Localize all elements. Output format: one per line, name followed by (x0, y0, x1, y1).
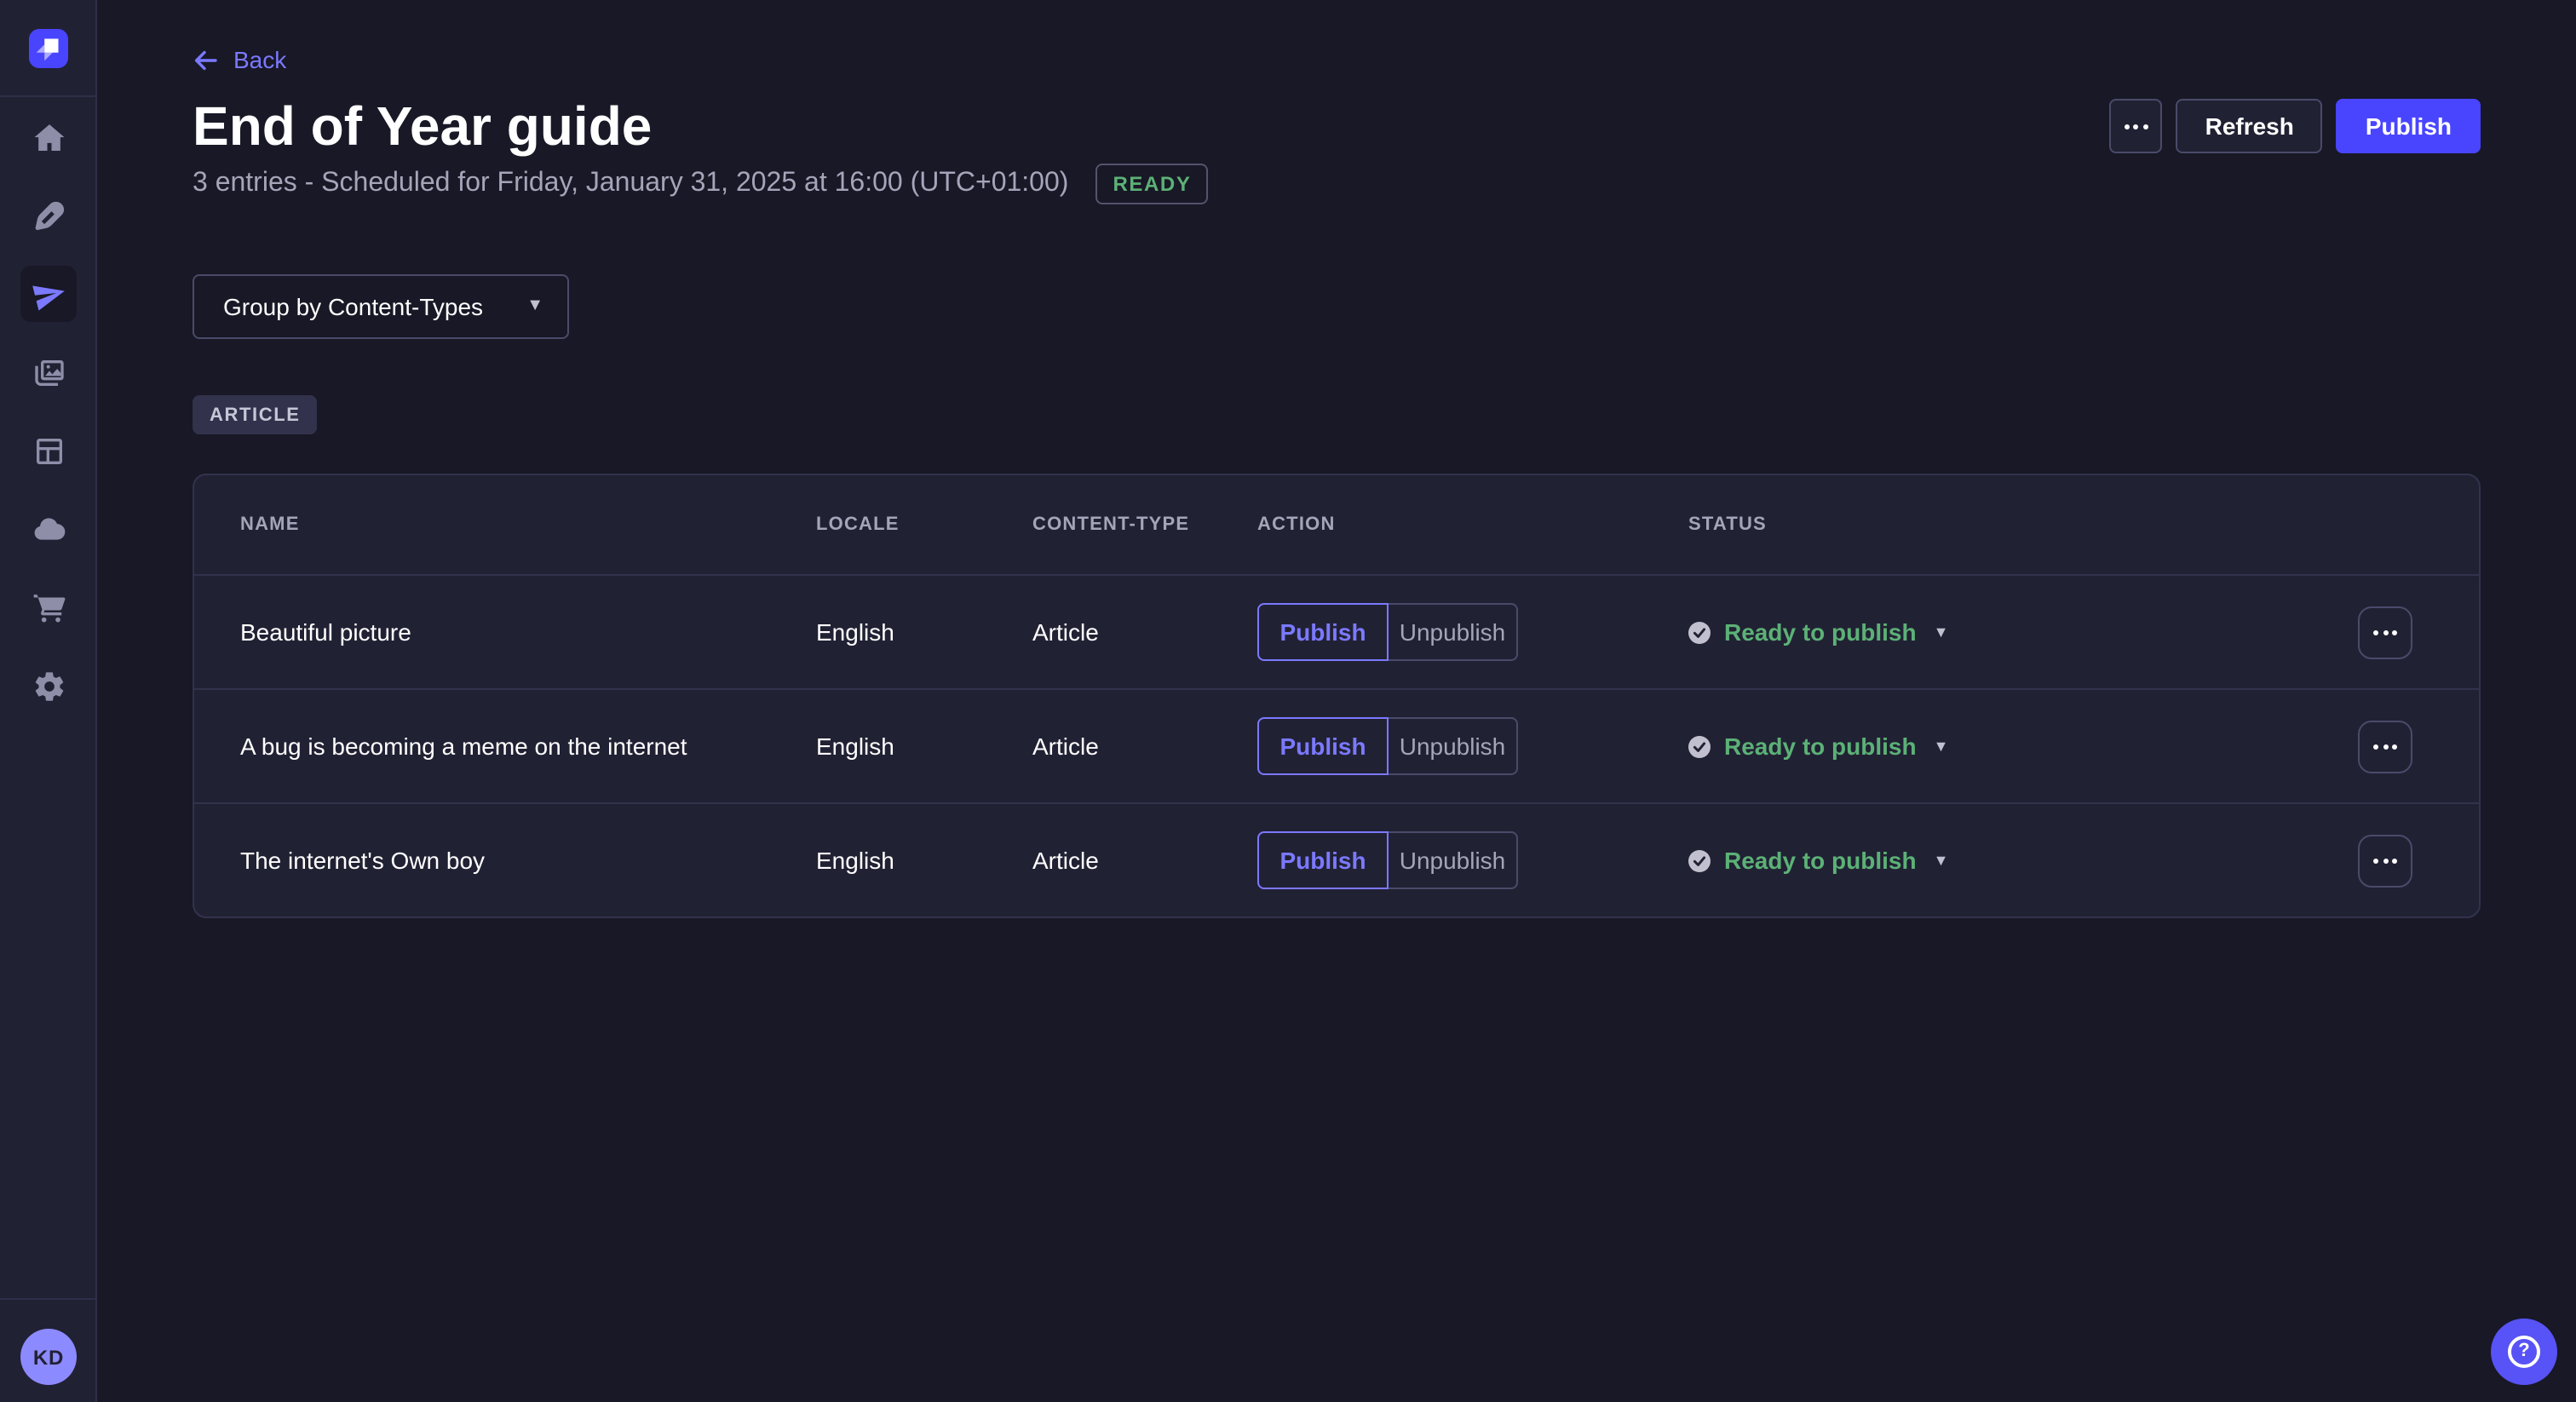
back-link[interactable]: Back (193, 46, 286, 73)
main-content: Back End of Year guide 3 entries - Sched… (97, 0, 2576, 1402)
sidebar-item-home[interactable] (20, 109, 77, 165)
entry-name: The internet's Own boy (240, 847, 816, 874)
column-header-status: STATUS (1688, 514, 2358, 535)
user-avatar[interactable]: KD (20, 1329, 77, 1385)
entry-action-toggle: Publish Unpublish (1257, 831, 1688, 889)
unpublish-entry-button[interactable]: Unpublish (1387, 717, 1518, 775)
publish-entry-button[interactable]: Publish (1257, 603, 1389, 661)
chevron-down-icon: ▼ (1934, 624, 1949, 640)
layout-icon (32, 434, 66, 468)
entry-status-dropdown[interactable]: Ready to publish ▼ (1688, 618, 2358, 646)
gear-icon (32, 669, 66, 703)
app-viewport: KD Back End of Year guide 3 entries - Sc… (0, 0, 2576, 1402)
paper-plane-icon (32, 277, 66, 311)
question-mark-icon: ? (2508, 1336, 2540, 1368)
release-info: 3 entries - Scheduled for Friday, Januar… (193, 164, 1208, 204)
table-header-row: NAME LOCALE CONTENT-TYPE ACTION STATUS (194, 475, 2479, 574)
entry-locale: English (816, 847, 1032, 874)
entry-content-type: Article (1032, 618, 1257, 646)
group-by-select[interactable]: Group by Content-Types ▼ (193, 274, 569, 339)
chevron-down-icon: ▼ (526, 298, 543, 315)
entry-actions (2358, 720, 2479, 773)
header-actions: Refresh Publish (2110, 99, 2481, 153)
row-more-button[interactable] (2358, 834, 2412, 887)
entry-status-label: Ready to publish (1724, 618, 1917, 646)
chevron-down-icon: ▼ (1934, 738, 1949, 754)
entry-action-toggle: Publish Unpublish (1257, 717, 1688, 775)
content-type-group-badge: ARTICLE (193, 395, 318, 434)
column-header-locale: LOCALE (816, 514, 1032, 535)
sidebar-item-deploy[interactable] (20, 501, 77, 557)
page-title: End of Year guide (193, 92, 652, 160)
unpublish-entry-button[interactable]: Unpublish (1387, 831, 1518, 889)
sidebar-item-content-manager[interactable] (20, 187, 77, 244)
column-header-content-type: CONTENT-TYPE (1032, 514, 1257, 535)
sidebar-divider (0, 95, 95, 97)
release-more-button[interactable] (2110, 99, 2163, 153)
check-circle-icon (1688, 621, 1711, 643)
entry-actions (2358, 606, 2479, 658)
cloud-icon (32, 512, 66, 546)
entry-name: A bug is becoming a meme on the internet (240, 733, 816, 760)
check-circle-icon (1688, 735, 1711, 757)
images-icon (32, 355, 66, 389)
cart-icon (32, 590, 66, 624)
entry-name: Beautiful picture (240, 618, 816, 646)
strapi-logo[interactable] (29, 29, 68, 68)
entry-content-type: Article (1032, 733, 1257, 760)
feather-icon (32, 198, 66, 233)
entry-locale: English (816, 733, 1032, 760)
table-row: A bug is becoming a meme on the internet… (194, 688, 2479, 802)
column-header-action: ACTION (1257, 514, 1688, 535)
sidebar: KD (0, 0, 97, 1402)
table-row: The internet's Own boy English Article P… (194, 802, 2479, 916)
sidebar-item-settings[interactable] (20, 658, 77, 714)
entries-table: NAME LOCALE CONTENT-TYPE ACTION STATUS B… (193, 474, 2481, 918)
unpublish-entry-button[interactable]: Unpublish (1387, 603, 1518, 661)
sidebar-item-marketplace[interactable] (20, 579, 77, 635)
entry-status-dropdown[interactable]: Ready to publish ▼ (1688, 733, 2358, 760)
sidebar-item-releases[interactable] (20, 266, 77, 322)
more-icon (2125, 124, 2148, 129)
entry-status-label: Ready to publish (1724, 733, 1917, 760)
help-button[interactable]: ? (2491, 1319, 2557, 1385)
publish-entry-button[interactable]: Publish (1257, 831, 1389, 889)
publish-entry-button[interactable]: Publish (1257, 717, 1389, 775)
home-icon (32, 120, 66, 154)
entry-status-label: Ready to publish (1724, 847, 1917, 874)
more-icon (2373, 858, 2397, 863)
publish-release-button[interactable]: Publish (2337, 99, 2481, 153)
more-icon (2373, 629, 2397, 635)
refresh-button[interactable]: Refresh (2176, 99, 2323, 153)
row-more-button[interactable] (2358, 606, 2412, 658)
back-label: Back (233, 46, 286, 73)
entry-status-dropdown[interactable]: Ready to publish ▼ (1688, 847, 2358, 874)
column-header-name: NAME (240, 514, 816, 535)
entry-actions (2358, 834, 2479, 887)
row-more-button[interactable] (2358, 720, 2412, 773)
strapi-logo-icon (29, 29, 68, 68)
more-icon (2373, 744, 2397, 749)
arrow-left-icon (193, 47, 218, 72)
entry-content-type: Article (1032, 847, 1257, 874)
entry-action-toggle: Publish Unpublish (1257, 603, 1688, 661)
sidebar-divider (0, 1298, 95, 1300)
chevron-down-icon: ▼ (1934, 853, 1949, 868)
check-circle-icon (1688, 849, 1711, 871)
table-row: Beautiful picture English Article Publis… (194, 574, 2479, 688)
sidebar-item-content-type-builder[interactable] (20, 422, 77, 479)
release-subtitle: 3 entries - Scheduled for Friday, Januar… (193, 169, 1068, 199)
group-by-value: Group by Content-Types (223, 293, 483, 320)
release-status-badge: READY (1095, 164, 1208, 204)
sidebar-item-media-library[interactable] (20, 344, 77, 400)
entry-locale: English (816, 618, 1032, 646)
